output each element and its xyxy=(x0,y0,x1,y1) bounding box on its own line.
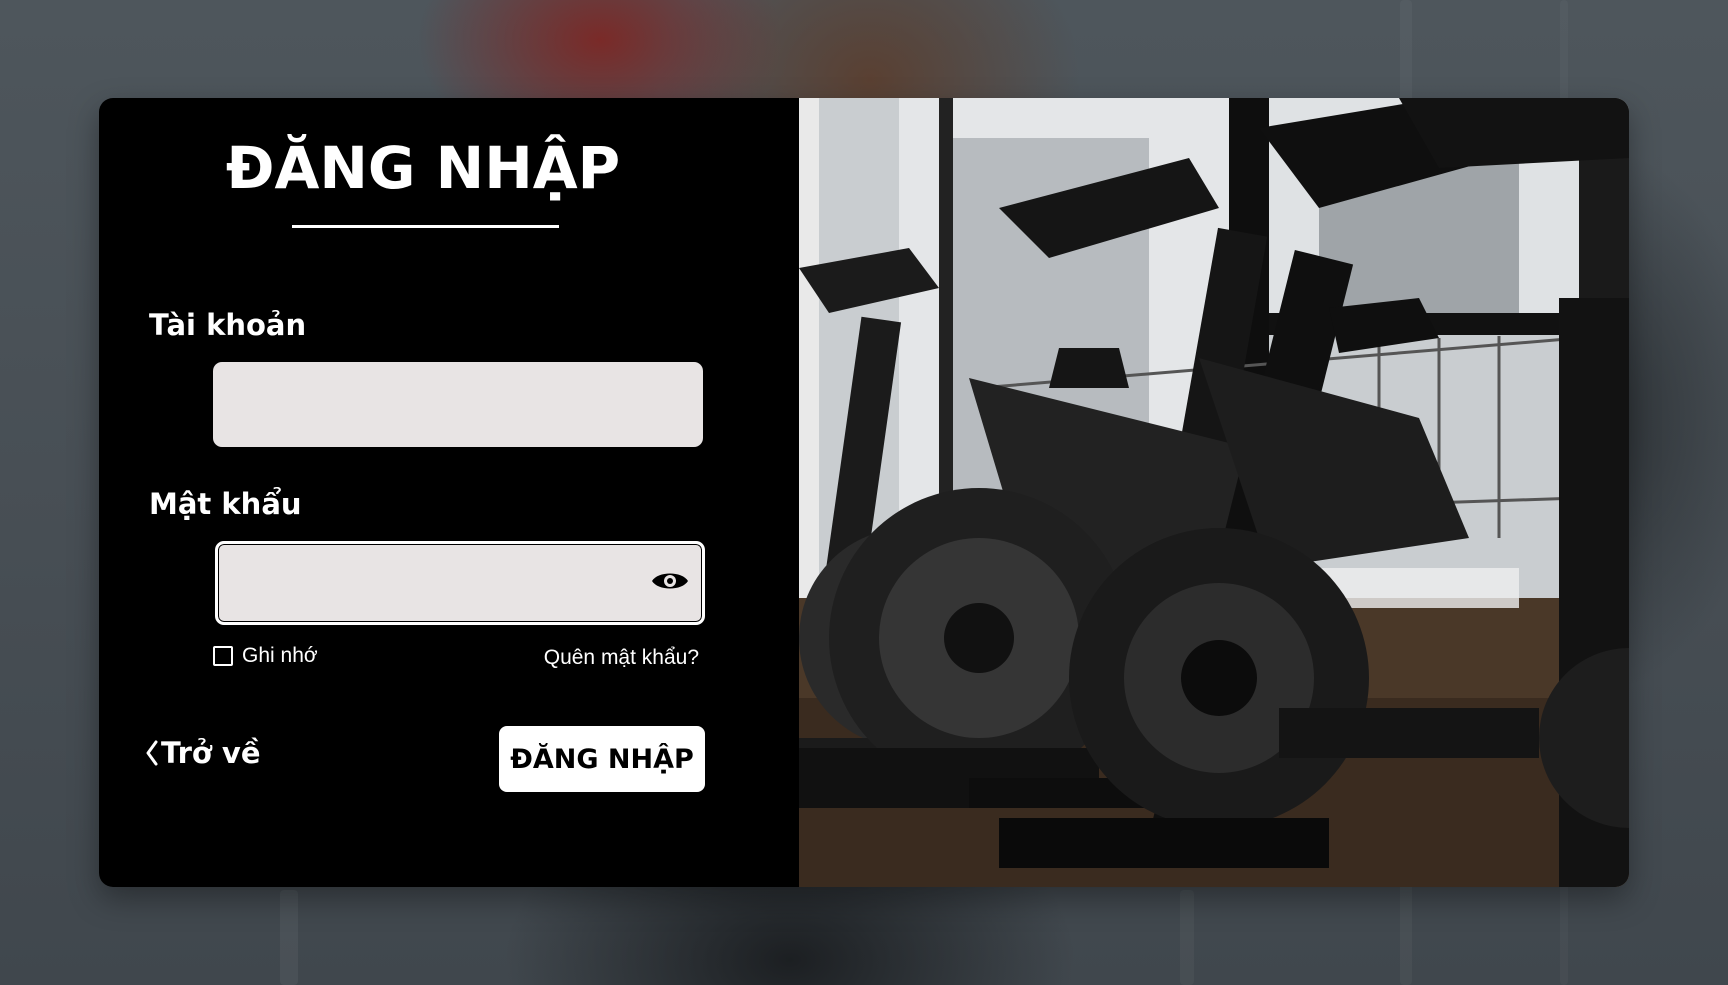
back-button[interactable]: Trở về xyxy=(145,736,261,770)
spin-bikes-image xyxy=(799,98,1629,887)
gym-photo xyxy=(799,98,1629,887)
title-underline xyxy=(292,225,559,228)
login-form-panel: ĐĂNG NHẬP Tài khoản Mật khẩu Ghi nhớ Quê… xyxy=(99,98,799,887)
login-button[interactable]: ĐĂNG NHẬP xyxy=(499,726,705,792)
forgot-password-link[interactable]: Quên mật khẩu? xyxy=(544,646,699,670)
back-label: Trở về xyxy=(161,736,261,770)
chevron-left-icon xyxy=(146,740,158,766)
username-input[interactable] xyxy=(213,362,703,447)
remember-me[interactable]: Ghi nhớ xyxy=(213,644,318,668)
password-label: Mật khẩu xyxy=(149,487,302,521)
eye-icon[interactable] xyxy=(650,566,690,596)
remember-label: Ghi nhớ xyxy=(242,644,318,667)
page-title: ĐĂNG NHẬP xyxy=(225,134,621,202)
password-input[interactable] xyxy=(215,541,705,625)
login-card: ĐĂNG NHẬP Tài khoản Mật khẩu Ghi nhớ Quê… xyxy=(99,98,1629,887)
remember-checkbox[interactable] xyxy=(213,646,233,666)
username-label: Tài khoản xyxy=(149,308,307,342)
